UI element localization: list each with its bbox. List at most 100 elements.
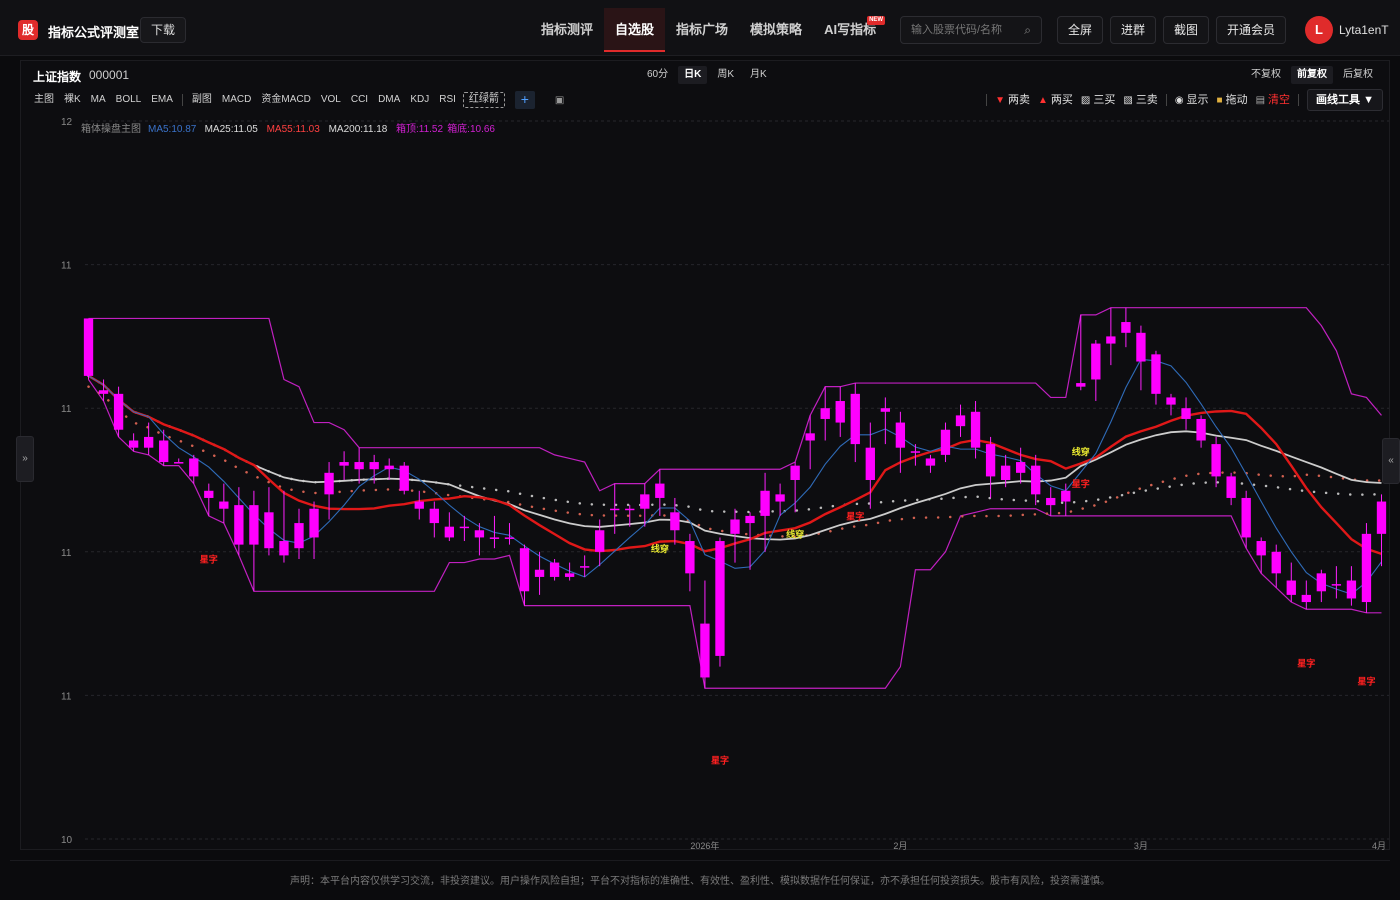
tool-label: 拖动 — [1225, 93, 1248, 106]
main-nav: 指标测评 自选股 指标广场 模拟策略 AI写指标 NEW — [530, 8, 887, 52]
nav-label: 自选股 — [615, 22, 655, 37]
save-icon[interactable]: ▣ — [555, 95, 564, 106]
signal-label: 星字 — [1357, 676, 1375, 688]
y-tick-label: 12 — [61, 117, 73, 128]
tool-main[interactable]: 主图 — [29, 91, 59, 109]
tool-naked-k[interactable]: 裸K — [59, 91, 86, 109]
nav-label: 指标广场 — [676, 22, 729, 37]
tool-label: 三卖 — [1135, 93, 1158, 106]
candle-body — [730, 519, 740, 534]
candle-body — [1346, 580, 1357, 599]
trash-icon: ▤ — [1255, 94, 1266, 106]
divider — [986, 94, 988, 106]
tool-label: 两买 — [1050, 93, 1073, 106]
candle-body — [895, 422, 906, 448]
nav-item-indicator-review[interactable]: 指标测评 — [530, 8, 604, 52]
signal-label: 线穿 — [651, 543, 669, 555]
kline-chart[interactable]: 121111111110 2026年 2月 3月 4月星字线穿星字线穿星字线穿星字星字星… — [21, 61, 1391, 851]
candle-body — [1331, 584, 1342, 586]
candle-body — [534, 569, 545, 577]
tool-cci[interactable]: CCI — [346, 91, 373, 109]
adjust-none[interactable]: 不复权 — [1245, 66, 1287, 84]
candle-body — [219, 501, 229, 509]
candle-body — [865, 447, 875, 480]
tool-macd[interactable]: MACD — [217, 91, 256, 109]
nav-item-watchlist[interactable]: 自选股 — [604, 8, 666, 52]
tool-label: 两卖 — [1008, 93, 1030, 106]
tool-vol[interactable]: VOL — [316, 91, 346, 109]
adjust-forward[interactable]: 前复权 — [1291, 66, 1333, 84]
candle-body — [143, 436, 154, 448]
candle-body — [1031, 465, 1041, 495]
candle-body — [1271, 551, 1281, 574]
candle-body — [790, 465, 800, 480]
tool-kdj[interactable]: KDJ — [405, 91, 434, 109]
candle-body — [309, 508, 319, 538]
search-icon[interactable]: ⌕ — [1024, 23, 1031, 38]
y-tick-label: 11 — [61, 404, 72, 415]
period-month[interactable]: 月K — [744, 66, 773, 84]
candle-body — [835, 401, 845, 423]
candle-body — [610, 508, 620, 511]
candle-body — [429, 508, 439, 524]
nav-item-ai-indicator[interactable]: AI写指标 NEW — [813, 8, 887, 52]
tool-three-sell[interactable]: ▧ 三卖 — [1119, 90, 1161, 111]
avatar[interactable]: L — [1305, 16, 1333, 44]
legend-item: 箱底:10.66 — [447, 122, 495, 135]
adjust-backward[interactable]: 后复权 — [1337, 66, 1379, 84]
tool-dma[interactable]: DMA — [373, 91, 405, 109]
candle-body — [1000, 465, 1011, 480]
draw-tools-dropdown[interactable]: 画线工具 ▼ — [1307, 89, 1383, 111]
period-week[interactable]: 周K — [711, 66, 740, 84]
tool-ema[interactable]: EMA — [146, 91, 178, 109]
up-triangle-icon: ▲ — [1038, 94, 1048, 106]
search-input[interactable] — [901, 17, 1013, 43]
vip-button[interactable]: 开通会员 — [1216, 16, 1286, 44]
tool-rsi[interactable]: RSI — [434, 91, 461, 109]
expand-right-button[interactable]: « — [1382, 438, 1400, 484]
join-group-button[interactable]: 进群 — [1110, 16, 1156, 44]
add-indicator-button[interactable]: + — [514, 91, 535, 109]
adjust-selector: 不复权 前复权 后复权 — [1245, 66, 1379, 84]
candle-body — [354, 462, 364, 470]
tool-sub[interactable]: 副图 — [187, 91, 217, 109]
tool-drag[interactable]: ■ 拖动 — [1213, 90, 1252, 111]
chart-down-icon: ▧ — [1123, 94, 1133, 106]
candle-body — [880, 408, 891, 412]
tool-two-sell[interactable]: ▼ 两卖 — [991, 90, 1034, 111]
tool-clear[interactable]: ▤ 清空 — [1252, 90, 1294, 111]
signal-label: 线穿 — [1072, 446, 1090, 458]
candle-body — [294, 523, 304, 549]
candle-body — [925, 458, 936, 466]
tool-three-buy[interactable]: ▨ 三买 — [1077, 90, 1119, 111]
candle-body — [1181, 408, 1191, 419]
tool-ma[interactable]: MA — [86, 91, 111, 109]
tool-boll[interactable]: BOLL — [111, 91, 147, 109]
expand-left-button[interactable]: » — [16, 436, 34, 482]
signal-label: 星字 — [1072, 478, 1090, 490]
tool-fund-macd[interactable]: 资金MACD — [256, 91, 315, 109]
candle-body — [670, 512, 680, 531]
fullscreen-button[interactable]: 全屏 — [1057, 16, 1103, 44]
legend-main-name: 箱体操盘主图 — [81, 122, 141, 135]
tool-two-buy[interactable]: ▲ 两买 — [1034, 90, 1077, 111]
candle-body — [159, 440, 169, 463]
candle-body — [640, 494, 650, 509]
period-day[interactable]: 日K — [678, 66, 708, 84]
candle-body — [264, 512, 274, 549]
divider — [181, 94, 183, 106]
screenshot-button[interactable]: 截图 — [1163, 16, 1209, 44]
divider — [1298, 94, 1300, 106]
nav-item-sim-strategy[interactable]: 模拟策略 — [739, 8, 813, 52]
nav-item-indicator-square[interactable]: 指标广场 — [665, 8, 739, 52]
tool-show[interactable]: ◉ 显示 — [1171, 90, 1213, 111]
tool-red-green-arrow[interactable]: 红绿箭 — [462, 92, 505, 108]
y-tick-label: 11 — [61, 691, 72, 702]
nav-label: 模拟策略 — [750, 22, 803, 37]
lock-icon: ■ — [1216, 94, 1223, 106]
download-button[interactable]: 下载 — [140, 17, 187, 43]
candle-body — [1286, 580, 1296, 595]
candle-body — [113, 393, 124, 430]
username[interactable]: Lyta1enT — [1339, 23, 1389, 37]
period-60min[interactable]: 60分 — [641, 66, 674, 84]
